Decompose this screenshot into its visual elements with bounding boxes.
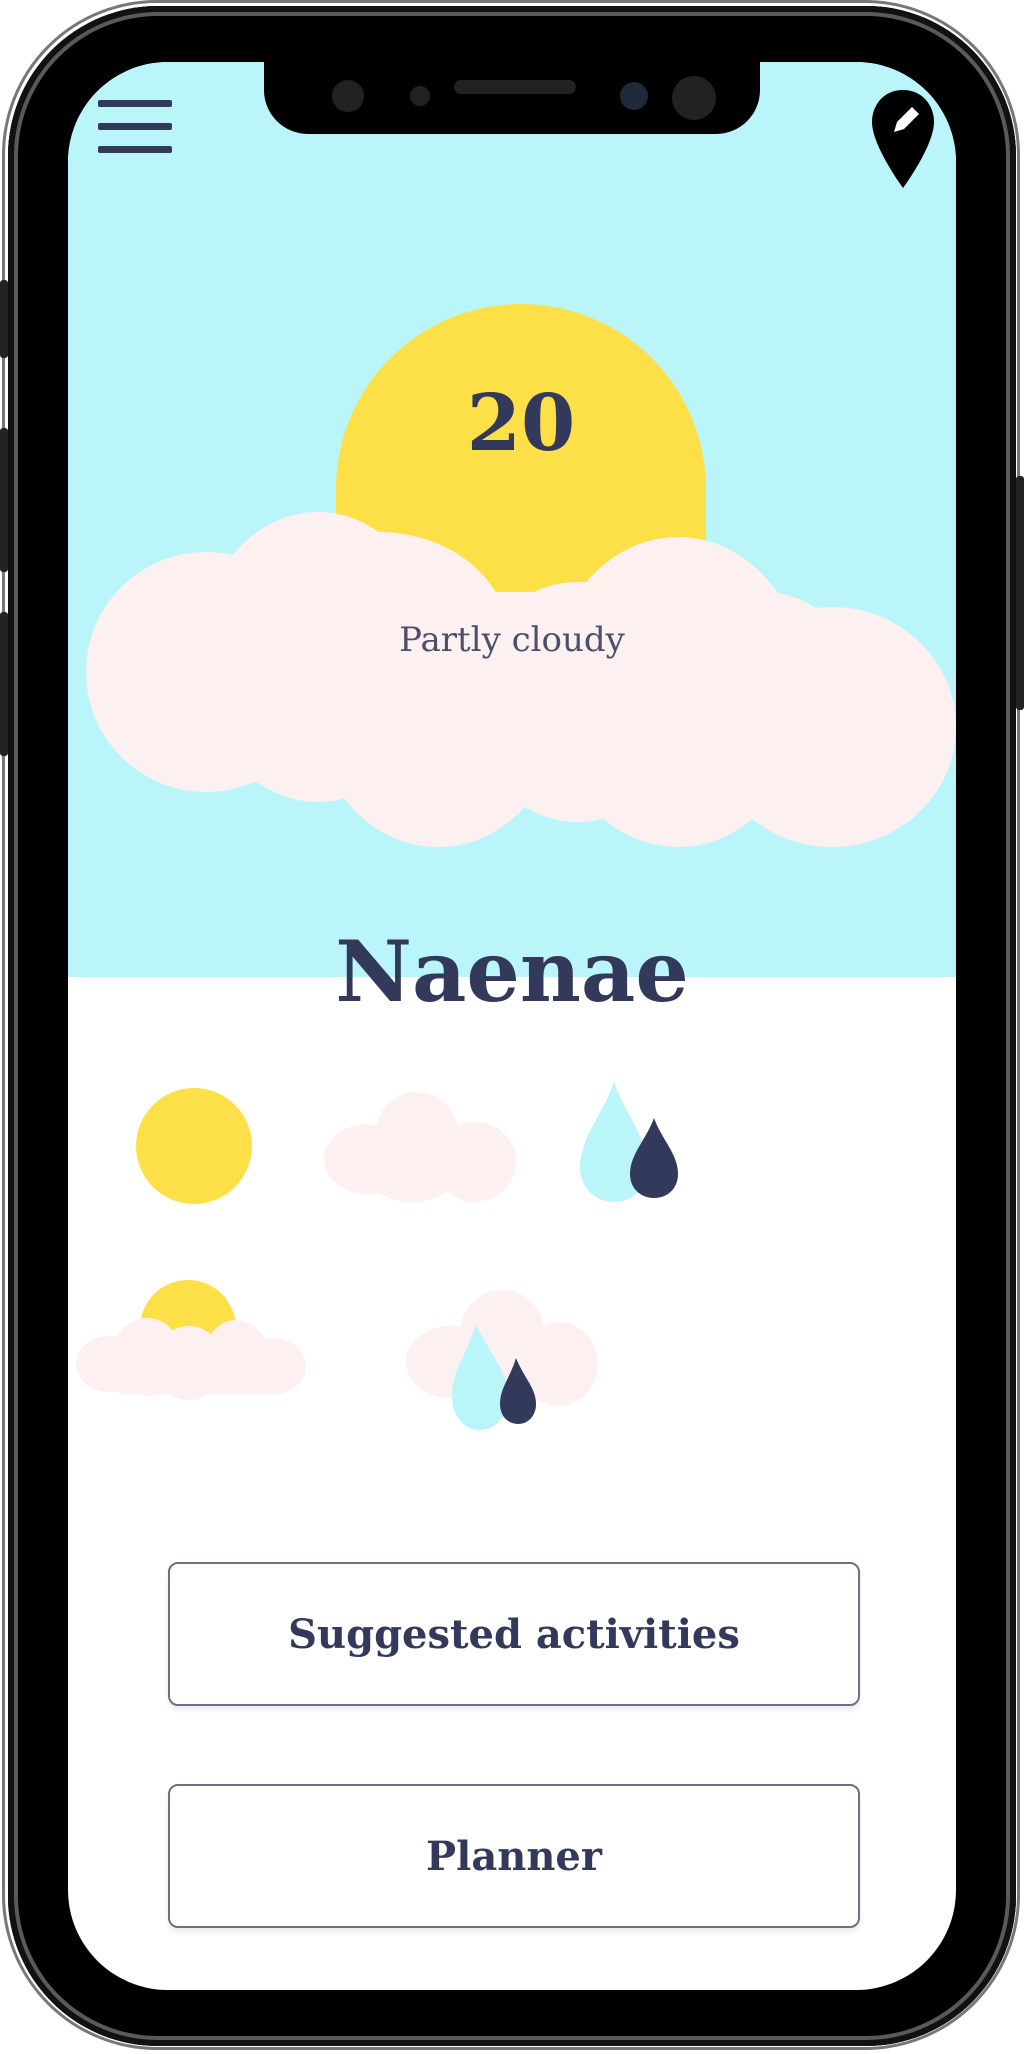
- rain-drops-icon[interactable]: [574, 1076, 694, 1206]
- cloud-rain-icon[interactable]: [406, 1290, 598, 1440]
- suggested-activities-label: Suggested activities: [288, 1610, 740, 1658]
- device-notch: [264, 62, 760, 134]
- side-button-volume-up: [0, 428, 8, 572]
- sun-icon[interactable]: [134, 1086, 254, 1206]
- app-screen: 20 Partly cloudy Naenae Suggested activi…: [68, 62, 956, 1990]
- side-button-silent: [0, 280, 8, 358]
- map-pin-pencil-icon[interactable]: [868, 86, 938, 192]
- side-button-volume-down: [0, 612, 8, 756]
- sun-cloud-icon[interactable]: [76, 1280, 308, 1400]
- planner-button[interactable]: Planner: [168, 1784, 860, 1928]
- hamburger-menu-icon[interactable]: [98, 100, 174, 156]
- side-button-power: [1016, 476, 1024, 710]
- planner-label: Planner: [426, 1832, 602, 1880]
- location-name: Naenae: [335, 922, 689, 1021]
- cloud-icon[interactable]: [324, 1086, 516, 1210]
- suggested-activities-button[interactable]: Suggested activities: [168, 1562, 860, 1706]
- temperature-value: 20: [466, 378, 576, 469]
- cloud-illustration: [68, 462, 956, 882]
- weather-condition: Partly cloudy: [399, 620, 625, 660]
